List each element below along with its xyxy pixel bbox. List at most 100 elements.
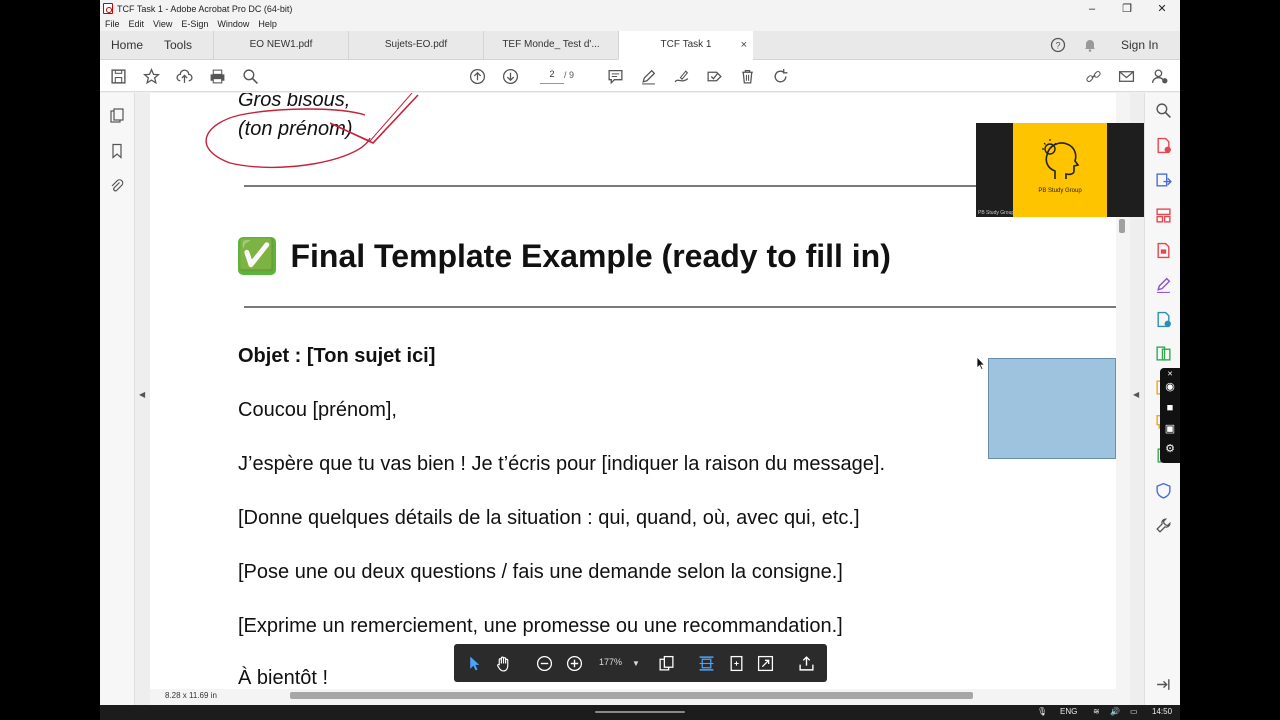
print-icon[interactable] xyxy=(207,66,227,86)
left-pane-collapse[interactable]: ◀ xyxy=(135,93,150,705)
expand-panel-icon[interactable] xyxy=(1155,676,1172,693)
delete-trash-icon[interactable] xyxy=(737,66,757,86)
menu-esign[interactable]: E-Sign xyxy=(181,17,208,31)
main-toolbar: 2 / 9 xyxy=(100,60,1180,92)
language-indicator[interactable]: ENG xyxy=(1060,707,1077,716)
horizontal-rule xyxy=(244,306,1116,308)
hand-pan-icon[interactable] xyxy=(493,653,513,673)
tab-bar: Home Tools EO NEW1.pdf Sujets-EO.pdf TEF… xyxy=(100,31,1180,60)
paragraph: [Pose une ou deux questions / fais une d… xyxy=(238,561,843,583)
zoom-search-icon[interactable] xyxy=(240,66,260,86)
doc-tab[interactable]: EO NEW1.pdf xyxy=(213,31,348,60)
status-bar: 8.28 x 11.69 in xyxy=(150,689,1130,705)
window-title: TCF Task 1 - Adobe Acrobat Pro DC (64-bi… xyxy=(117,3,293,14)
tab-home[interactable]: Home xyxy=(111,31,143,59)
sign-in-label: Sign In xyxy=(1121,38,1159,52)
battery-icon[interactable]: ▭ xyxy=(1130,707,1138,716)
zoom-dropdown-chevron-icon[interactable]: ▼ xyxy=(626,653,646,673)
doc-tab-label: TCF Task 1 xyxy=(660,39,712,50)
protect-shield-icon[interactable] xyxy=(1155,482,1172,499)
create-pdf-icon[interactable] xyxy=(1155,137,1172,154)
share-link-icon[interactable] xyxy=(1083,66,1103,86)
zoom-level-select[interactable]: 177% xyxy=(599,657,622,667)
collapse-right-arrow-icon[interactable]: ◀ xyxy=(1133,390,1139,399)
doc-tab-active[interactable]: TCF Task 1 × xyxy=(618,31,753,60)
share-export-icon[interactable] xyxy=(796,653,816,673)
doc-tab[interactable]: TEF Monde_ Test d'... xyxy=(483,31,618,60)
select-cursor-icon[interactable] xyxy=(464,653,484,673)
menu-edit[interactable]: Edit xyxy=(129,17,145,31)
highlight-pen-icon[interactable] xyxy=(638,66,658,86)
organize-pages-icon[interactable] xyxy=(1155,207,1172,224)
search-zoom-icon[interactable] xyxy=(1155,102,1172,119)
upload-cloud-icon[interactable] xyxy=(174,66,194,86)
full-screen-icon[interactable] xyxy=(755,653,775,673)
video-icon[interactable]: ■ xyxy=(1163,401,1177,415)
lightbulb-head-icon xyxy=(1042,139,1080,179)
title-bar: TCF Task 1 - Adobe Acrobat Pro DC (64-bi… xyxy=(100,0,1180,17)
doc-tab[interactable]: Sujets-EO.pdf xyxy=(348,31,483,60)
compare-files-icon[interactable] xyxy=(1155,345,1172,362)
zoom-out-icon[interactable] xyxy=(534,653,554,673)
camera-icon[interactable]: ◉ xyxy=(1163,380,1177,394)
notifications-bell-icon[interactable] xyxy=(1082,31,1098,59)
paragraph: J’espère que tu vas bien ! Je t’écris po… xyxy=(238,453,886,475)
rotate-icon[interactable] xyxy=(770,66,790,86)
more-tools-wrench-icon[interactable] xyxy=(1155,517,1172,534)
help-icon[interactable]: ? xyxy=(1050,31,1066,59)
bookmark-star-icon[interactable] xyxy=(141,66,161,86)
minimize-button[interactable]: – xyxy=(1075,0,1109,17)
acrobat-app-icon xyxy=(103,3,113,14)
zoom-in-icon[interactable] xyxy=(564,653,584,673)
sign-in-button[interactable]: Sign In xyxy=(1121,31,1158,59)
close-window-button[interactable]: ✕ xyxy=(1145,0,1179,17)
page-number-input[interactable]: 2 xyxy=(540,69,564,84)
close-tab-icon[interactable]: × xyxy=(741,31,747,59)
previous-page-icon[interactable] xyxy=(467,66,487,86)
microphone-icon[interactable]: 🎙 xyxy=(1037,707,1047,716)
export-pdf-icon[interactable] xyxy=(1155,172,1172,189)
fit-page-icon[interactable] xyxy=(726,653,746,673)
menu-file[interactable]: File xyxy=(105,17,120,31)
stamp-icon[interactable] xyxy=(704,66,724,86)
screen-icon[interactable]: ▣ xyxy=(1163,422,1177,436)
volume-icon[interactable]: 🔊 xyxy=(1110,707,1120,716)
email-icon[interactable] xyxy=(1116,66,1136,86)
clock-time[interactable]: 14:50 xyxy=(1152,707,1172,716)
collapse-left-arrow-icon[interactable]: ◀ xyxy=(139,390,145,399)
section-heading: ✅ Final Template Example (ready to fill … xyxy=(238,235,891,277)
paragraph: [Donne quelques détails de la situation … xyxy=(238,507,860,529)
doc-tab-label: Sujets-EO.pdf xyxy=(384,39,448,50)
scrollbar-thumb[interactable] xyxy=(1119,219,1125,233)
settings-gear-icon[interactable]: ⚙ xyxy=(1163,442,1177,456)
doc-tab-label: TEF Monde_ Test d'... xyxy=(502,39,600,50)
left-navigation-pane xyxy=(100,93,135,705)
svg-text:?: ? xyxy=(1055,41,1060,51)
horizontal-scrollbar-thumb[interactable] xyxy=(290,692,973,699)
attachments-paperclip-icon[interactable] xyxy=(109,178,125,194)
objet-line: Objet : [Ton sujet ici] xyxy=(238,345,436,367)
page-display-icon[interactable] xyxy=(656,653,676,673)
page-thumbnails-icon[interactable] xyxy=(109,108,125,124)
page-total: / 9 xyxy=(564,70,575,80)
doc-tab-label: EO NEW1.pdf xyxy=(249,39,313,50)
tab-tools[interactable]: Tools xyxy=(164,31,192,59)
red-ink-annotation xyxy=(205,93,419,169)
account-share-icon[interactable] xyxy=(1149,66,1169,86)
save-icon[interactable] xyxy=(108,66,128,86)
fill-sign-icon[interactable] xyxy=(1155,277,1172,294)
edit-pdf-icon[interactable] xyxy=(1155,242,1172,259)
next-page-icon[interactable] xyxy=(500,66,520,86)
webcam-overlay: PB Study Group PB Study Group xyxy=(976,123,1144,217)
send-for-signature-icon[interactable] xyxy=(1155,311,1172,328)
restore-button[interactable]: ❐ xyxy=(1110,0,1144,17)
sign-pen-icon[interactable] xyxy=(671,66,691,86)
bookmarks-icon[interactable] xyxy=(109,143,125,159)
webcam-name-label: PB Study Group xyxy=(978,210,1015,216)
menu-view[interactable]: View xyxy=(153,17,172,31)
comment-icon[interactable] xyxy=(605,66,625,86)
menu-help[interactable]: Help xyxy=(258,17,277,31)
fit-width-icon[interactable] xyxy=(696,653,716,673)
menu-window[interactable]: Window xyxy=(217,17,249,31)
wifi-icon[interactable]: ≋ xyxy=(1093,707,1100,716)
